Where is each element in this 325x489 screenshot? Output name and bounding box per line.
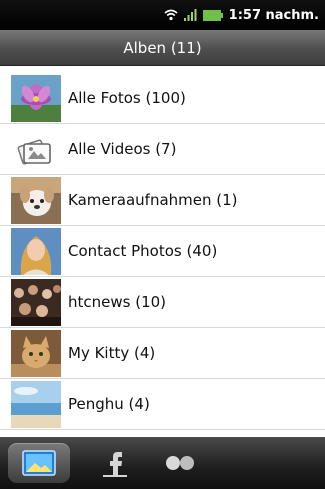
status-bar: 1:57 nachm. <box>0 0 325 30</box>
album-label: Kameraaufnahmen (1) <box>68 191 238 209</box>
album-item-my-kitty[interactable]: My Kitty (4) <box>0 328 325 379</box>
status-time: 1:57 nachm. <box>228 7 319 23</box>
album-label: My Kitty (4) <box>68 344 156 362</box>
crowd-thumbnail <box>11 279 61 326</box>
wifi-icon <box>164 6 178 25</box>
dog-thumbnail <box>11 177 61 224</box>
videos-icon <box>11 126 61 173</box>
bottom-tab-bar <box>0 437 325 489</box>
album-label: Alle Fotos (100) <box>68 89 186 107</box>
album-label: htcnews (10) <box>68 293 167 311</box>
portrait-thumbnail <box>11 228 61 275</box>
album-item-htcnews[interactable]: htcnews (10) <box>0 277 325 328</box>
signal-icon <box>183 6 197 25</box>
album-item-contact-photos[interactable]: Contact Photos (40) <box>0 226 325 277</box>
flower-thumbnail <box>11 75 61 122</box>
beach-thumbnail <box>11 381 61 428</box>
facebook-tab-icon[interactable] <box>93 443 137 483</box>
album-list[interactable]: Alle Fotos (100) Alle Videos (7) Kameraa… <box>0 73 325 430</box>
album-item-alle-fotos[interactable]: Alle Fotos (100) <box>0 73 325 124</box>
album-item-kameraaufnahmen[interactable]: Kameraaufnahmen (1) <box>0 175 325 226</box>
album-item-alle-videos[interactable]: Alle Videos (7) <box>0 124 325 175</box>
flickr-tab-icon[interactable] <box>160 443 200 483</box>
album-label: Alle Videos (7) <box>68 140 177 158</box>
cat-thumbnail <box>11 330 61 377</box>
battery-icon <box>202 6 223 25</box>
gallery-tab-icon[interactable] <box>8 443 70 483</box>
page-title: Alben (11) <box>123 38 202 57</box>
album-label: Penghu (4) <box>68 395 150 413</box>
album-label: Contact Photos (40) <box>68 242 218 260</box>
album-screen: 1:57 nachm. Alben (11) Alle Fotos (100) <box>0 0 325 489</box>
album-item-penghu[interactable]: Penghu (4) <box>0 379 325 430</box>
album-title-bar: Alben (11) <box>0 30 325 66</box>
